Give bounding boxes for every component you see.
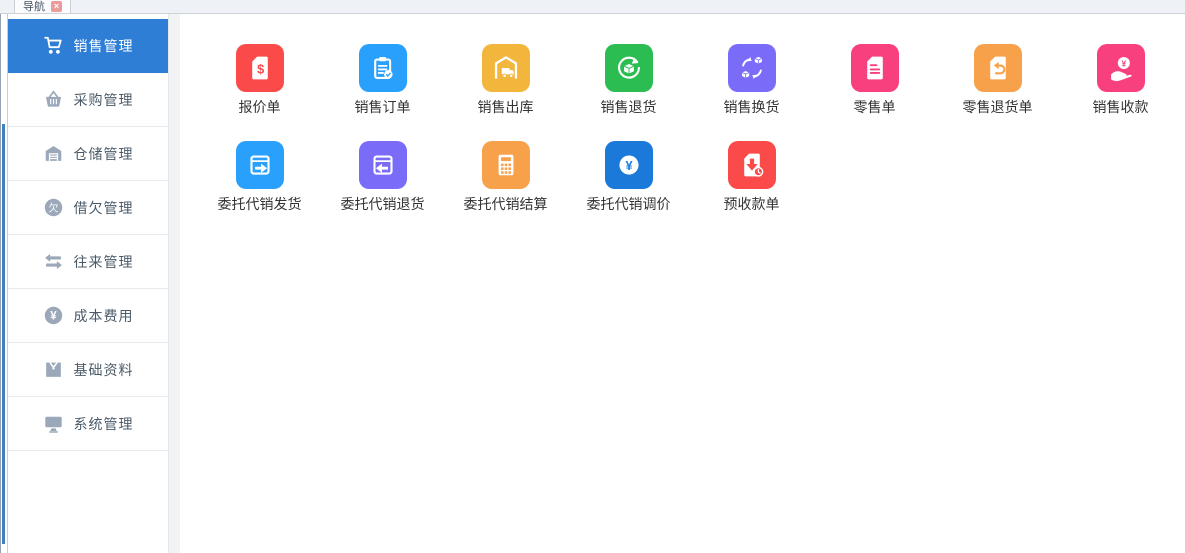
archive-box-icon: [43, 359, 65, 381]
yuan-circle-icon: ¥: [605, 141, 653, 189]
sidebar-item-warehouse[interactable]: 仓储管理: [8, 127, 168, 181]
sidebar-item-label: 采购管理: [74, 90, 134, 110]
tile-label: 委托代销调价: [587, 194, 671, 214]
tile-label: 预收款单: [724, 194, 780, 214]
tile-label: 零售退货单: [963, 97, 1033, 117]
tile-sales-return[interactable]: 销售退货: [567, 44, 690, 117]
box-arrow-right-icon: [236, 141, 284, 189]
tile-label: 委托代销发货: [218, 194, 302, 214]
clipboard-check-icon: [359, 44, 407, 92]
tile-grid: $ 报价单 销售订单: [198, 44, 1185, 214]
tile-label: 报价单: [239, 97, 281, 117]
tile-quotation[interactable]: $ 报价单: [198, 44, 321, 117]
tile-sales-order[interactable]: 销售订单: [321, 44, 444, 117]
tile-consign-return[interactable]: 委托代销退货: [321, 141, 444, 214]
sidebar-item-label: 销售管理: [74, 36, 134, 56]
coin-icon: ¥: [43, 305, 65, 327]
tile-label: 销售收款: [1093, 97, 1149, 117]
sidebar-item-label: 成本费用: [74, 306, 134, 326]
tabbar: 导航 ×: [0, 0, 1185, 14]
tile-consign-settle[interactable]: 委托代销结算: [444, 141, 567, 214]
tile-label: 销售换货: [724, 97, 780, 117]
doc-undo-icon: [974, 44, 1022, 92]
svg-text:欠: 欠: [49, 201, 59, 214]
sidebar-item-label: 往来管理: [74, 252, 134, 272]
basket-icon: [43, 89, 65, 111]
doc-dollar-icon: $: [236, 44, 284, 92]
transfer-arrows-icon: [43, 251, 65, 273]
main-panel: $ 报价单 销售订单: [180, 14, 1185, 553]
tile-label: 销售出库: [478, 97, 534, 117]
tile-sales-exchange[interactable]: 销售换货: [690, 44, 813, 117]
box-arrow-left-icon: [359, 141, 407, 189]
warehouse-icon: [43, 143, 65, 165]
svg-text:¥: ¥: [625, 158, 633, 173]
scrollbar-thumb[interactable]: [2, 124, 5, 544]
hand-coin-icon: ¥: [1097, 44, 1145, 92]
tile-consign-reprice[interactable]: ¥ 委托代销调价: [567, 141, 690, 214]
warehouse-truck-icon: [482, 44, 530, 92]
sidebar-item-transactions[interactable]: 往来管理: [8, 235, 168, 289]
svg-text:¥: ¥: [1121, 59, 1126, 69]
sidebar-item-label: 仓储管理: [74, 144, 134, 164]
tile-sales-outbound[interactable]: 销售出库: [444, 44, 567, 117]
tile-label: 销售退货: [601, 97, 657, 117]
tab-navigation[interactable]: 导航 ×: [14, 0, 71, 13]
tile-advance-receipt[interactable]: 预收款单: [690, 141, 813, 214]
sidebar-item-label: 基础资料: [74, 360, 134, 380]
box-return-icon: [605, 44, 653, 92]
left-edge-splitter: [0, 14, 8, 553]
boxes-exchange-icon: [728, 44, 776, 92]
sidebar-item-cost[interactable]: ¥ 成本费用: [8, 289, 168, 343]
tile-sales-receipt[interactable]: ¥ 销售收款: [1059, 44, 1182, 117]
app-window: 导航 × 销售管理: [0, 0, 1185, 553]
monitor-icon: [43, 413, 65, 435]
svg-text:$: $: [257, 62, 264, 77]
sidebar-item-system[interactable]: 系统管理: [8, 397, 168, 451]
tile-retail-return[interactable]: 零售退货单: [936, 44, 1059, 117]
sidebar-item-basic-data[interactable]: 基础资料: [8, 343, 168, 397]
sidebar-item-label: 系统管理: [74, 414, 134, 434]
debt-circle-icon: 欠: [43, 197, 65, 219]
sidebar-item-sales[interactable]: 销售管理: [8, 19, 168, 73]
sidebar-scrollbar-track[interactable]: [168, 14, 180, 553]
calculator-icon: [482, 141, 530, 189]
tile-label: 零售单: [854, 97, 896, 117]
tile-retail-order[interactable]: 零售单: [813, 44, 936, 117]
content-row: 销售管理 采购管理: [0, 14, 1185, 553]
tile-label: 委托代销结算: [464, 194, 548, 214]
tile-label: 委托代销退货: [341, 194, 425, 214]
sidebar: 销售管理 采购管理: [8, 14, 168, 553]
sidebar-item-debt[interactable]: 欠 借欠管理: [8, 181, 168, 235]
tile-consign-ship[interactable]: 委托代销发货: [198, 141, 321, 214]
doc-lines-icon: [851, 44, 899, 92]
tile-label: 销售订单: [355, 97, 411, 117]
doc-arrow-clock-icon: [728, 141, 776, 189]
tab-navigation-label: 导航: [23, 1, 45, 13]
sidebar-item-purchase[interactable]: 采购管理: [8, 73, 168, 127]
svg-text:¥: ¥: [50, 311, 57, 323]
close-icon[interactable]: ×: [51, 1, 62, 12]
cart-icon: [43, 35, 65, 57]
sidebar-item-label: 借欠管理: [74, 198, 134, 218]
